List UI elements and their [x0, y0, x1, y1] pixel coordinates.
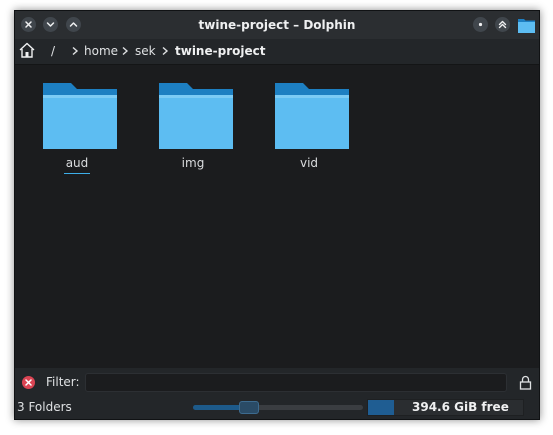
file-view[interactable]: aud img vid — [15, 64, 539, 368]
free-space-text: 394.6 GiB free — [412, 400, 509, 414]
close-button[interactable] — [21, 17, 36, 32]
minimize-icon — [46, 22, 55, 27]
on-all-desktops-icon — [478, 22, 483, 27]
filter-bar: Filter: — [15, 369, 539, 396]
filter-label: Filter: — [46, 375, 80, 389]
file-name: img — [181, 156, 205, 170]
file-name: aud — [37, 156, 117, 174]
folder-item-vid[interactable]: vid — [269, 81, 349, 177]
close-icon — [25, 21, 32, 28]
folder-item-img[interactable]: img — [153, 81, 233, 177]
maximize-icon — [69, 22, 78, 27]
breadcrumb-item-root[interactable]: / — [51, 42, 55, 60]
keep-above-button[interactable] — [495, 17, 510, 32]
maximize-button[interactable] — [66, 17, 81, 32]
status-summary: 3 Folders — [17, 400, 72, 414]
breadcrumb-item-home[interactable]: home — [84, 42, 118, 60]
status-bar: 3 Folders 394.6 GiB free — [15, 396, 539, 419]
clear-filter-icon[interactable] — [22, 376, 35, 389]
chevron-right-icon — [72, 46, 79, 56]
breadcrumb-item-current[interactable]: twine-project — [175, 42, 265, 60]
chevron-right-icon — [162, 46, 169, 56]
minimize-button[interactable] — [43, 17, 58, 32]
lock-icon[interactable] — [519, 375, 532, 390]
location-bar: / home sek twine-project — [15, 39, 539, 63]
file-name: vid — [299, 156, 319, 170]
zoom-slider[interactable] — [193, 401, 363, 414]
on-all-desktops-button[interactable] — [473, 17, 488, 32]
filter-input[interactable] — [85, 373, 507, 392]
dolphin-window: twine-project – Dolphin / home sek twine… — [14, 10, 540, 420]
chevron-right-icon — [122, 46, 129, 56]
free-space-indicator[interactable]: 394.6 GiB free — [367, 399, 524, 416]
folder-icon — [275, 83, 349, 149]
folder-item-aud[interactable]: aud — [37, 81, 117, 177]
keep-above-icon — [498, 20, 507, 29]
title-bar[interactable]: twine-project – Dolphin — [15, 11, 539, 39]
home-icon[interactable] — [18, 41, 36, 59]
folder-icon — [518, 19, 535, 33]
folder-icon — [43, 83, 117, 149]
window-title: twine-project – Dolphin — [198, 18, 356, 32]
folder-icon — [159, 83, 233, 149]
zoom-slider-handle[interactable] — [239, 401, 260, 414]
breadcrumb-item-sek[interactable]: sek — [135, 42, 156, 60]
